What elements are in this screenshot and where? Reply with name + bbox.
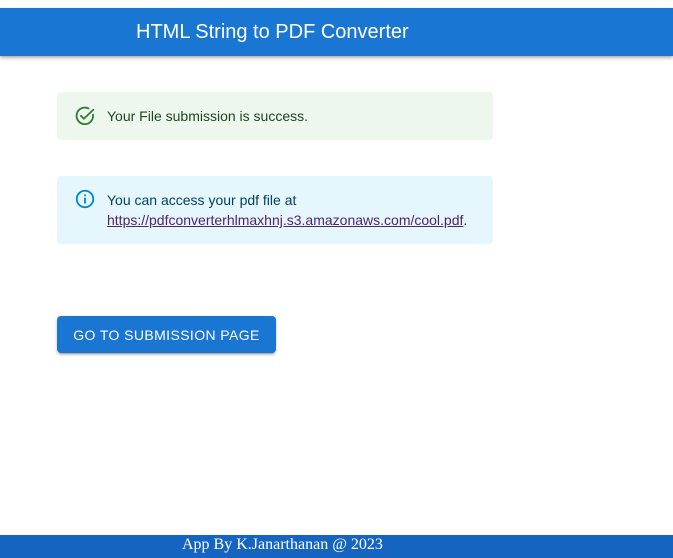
info-alert: You can access your pdf file at https://… <box>57 176 493 244</box>
footer: App By K.Janarthanan @ 2023 <box>0 535 673 558</box>
app-title: HTML String to PDF Converter <box>136 21 409 43</box>
success-alert: Your File submission is success. <box>57 92 493 140</box>
page: HTML String to PDF Converter Your File s… <box>0 0 673 558</box>
info-link-line: https://pdfconverterhlmaxhnj.s3.amazonaw… <box>107 210 467 230</box>
check-circle-icon <box>74 105 96 127</box>
app-bar: HTML String to PDF Converter <box>0 8 673 56</box>
footer-credit: App By K.Janarthanan @ 2023 <box>182 536 383 553</box>
go-to-submission-button[interactable]: GO TO SUBMISSION PAGE <box>57 316 276 353</box>
info-message-text: You can access your pdf file at <box>107 192 297 208</box>
info-message: You can access your pdf file at https://… <box>107 190 467 230</box>
success-message: Your File submission is success. <box>107 108 309 124</box>
info-trailing: . <box>463 212 468 228</box>
pdf-link[interactable]: https://pdfconverterhlmaxhnj.s3.amazonaw… <box>107 212 463 228</box>
info-icon <box>74 188 96 210</box>
